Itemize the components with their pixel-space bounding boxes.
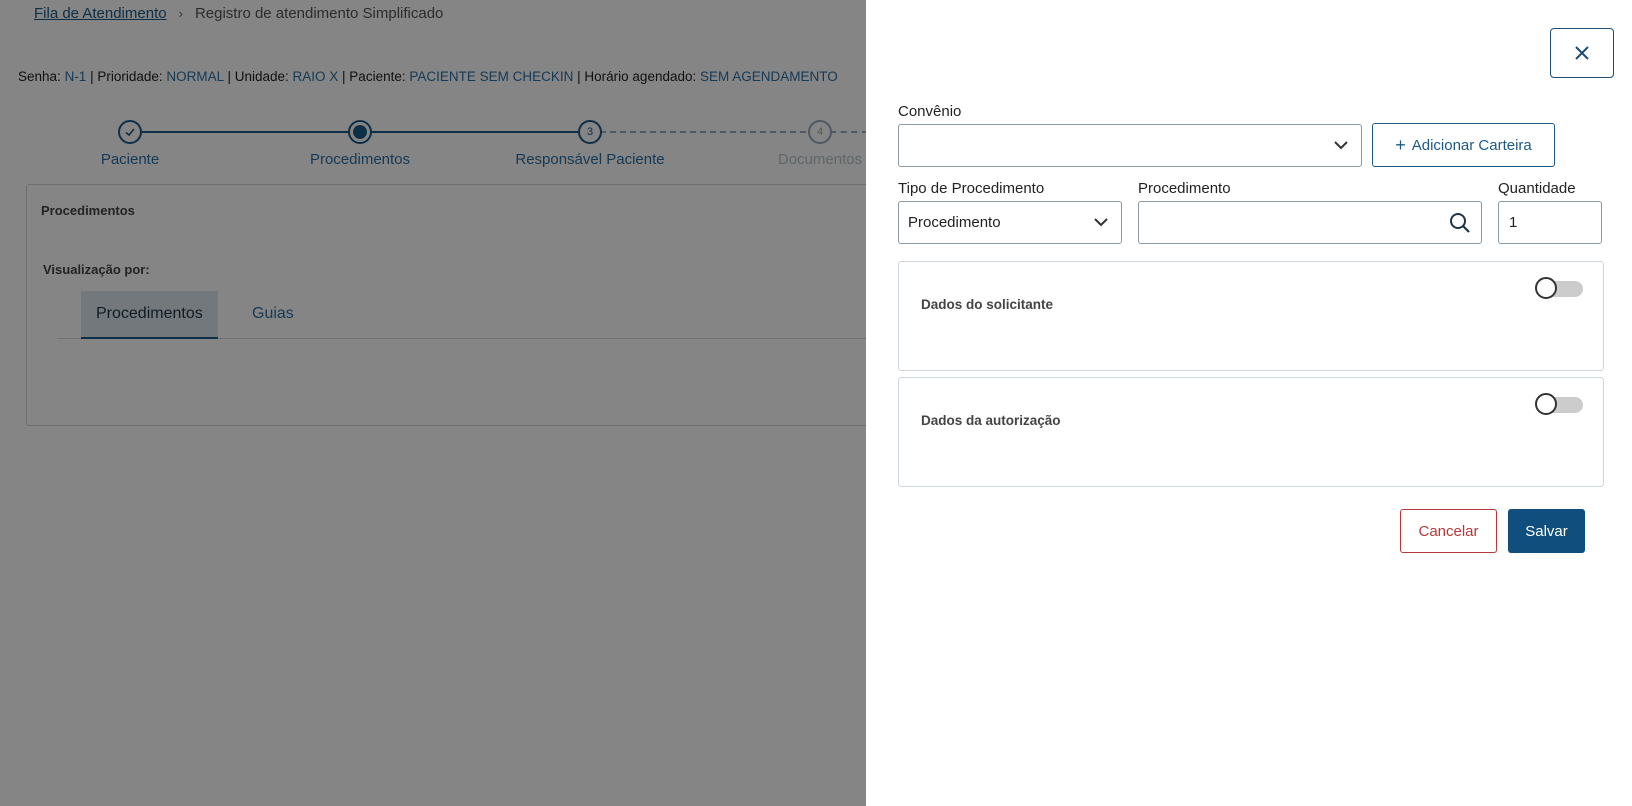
close-icon xyxy=(1575,46,1589,60)
quantidade-value: 1 xyxy=(1509,214,1518,231)
chevron-down-icon xyxy=(1094,218,1108,227)
procedimento-search-input[interactable] xyxy=(1138,201,1482,244)
quantidade-label: Quantidade xyxy=(1498,180,1576,197)
dados-autorizacao-section: Dados da autorização xyxy=(898,377,1604,487)
plus-icon: + xyxy=(1395,135,1406,155)
search-icon[interactable] xyxy=(1449,212,1471,234)
quantidade-input[interactable]: 1 xyxy=(1498,201,1602,244)
convenio-select[interactable] xyxy=(898,124,1362,167)
toggle-knob xyxy=(1535,393,1557,415)
save-button[interactable]: Salvar xyxy=(1508,509,1585,553)
dados-solicitante-section: Dados do solicitante xyxy=(898,261,1604,371)
tipo-procedimento-label: Tipo de Procedimento xyxy=(898,180,1045,197)
convenio-label: Convênio xyxy=(898,103,962,120)
section-title: Dados do solicitante xyxy=(921,297,1054,312)
cancel-button[interactable]: Cancelar xyxy=(1400,509,1497,553)
dados-solicitante-toggle[interactable] xyxy=(1535,277,1583,299)
modal-backdrop[interactable] xyxy=(0,0,866,806)
add-procedure-drawer: Convênio + Adicionar Carteira Tipo de Pr… xyxy=(866,0,1632,806)
chevron-down-icon xyxy=(1334,141,1348,150)
close-button[interactable] xyxy=(1550,28,1614,78)
toggle-knob xyxy=(1535,277,1557,299)
tipo-procedimento-select[interactable]: Procedimento xyxy=(898,201,1122,244)
section-title: Dados da autorização xyxy=(921,413,1061,428)
procedimento-label: Procedimento xyxy=(1138,180,1231,197)
add-wallet-button[interactable]: + Adicionar Carteira xyxy=(1372,123,1555,167)
tipo-procedimento-value: Procedimento xyxy=(908,214,1001,231)
dados-autorizacao-toggle[interactable] xyxy=(1535,393,1583,415)
add-wallet-label: Adicionar Carteira xyxy=(1411,136,1532,154)
